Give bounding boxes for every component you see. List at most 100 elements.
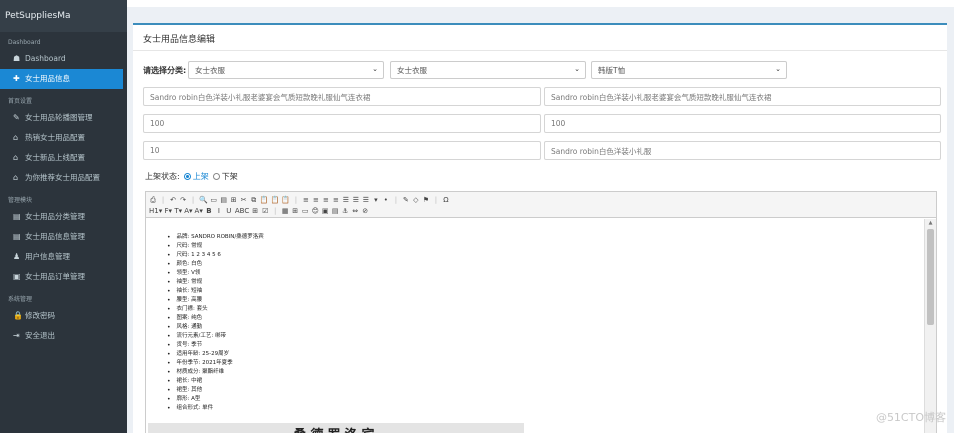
sidebar-item[interactable]: ☗ Dashboard <box>0 49 127 69</box>
toolbar-button[interactable]: ▭ <box>210 195 218 205</box>
toolbar-button[interactable]: A▾ <box>184 206 192 216</box>
toolbar-button[interactable]: ▭ <box>301 206 309 216</box>
sidebar-item[interactable]: ⌂ 为你推荐女士用品配置 <box>0 168 127 188</box>
toolbar-separator: | <box>161 195 165 204</box>
status-label: 上架状态: <box>145 172 180 181</box>
sidebar-section-title: 系统管理 <box>8 296 33 303</box>
toolbar-button[interactable]: U <box>225 206 233 216</box>
list-item: 年份季节: 2021年夏季 <box>167 359 924 368</box>
toolbar-button[interactable]: ≡ <box>322 195 330 205</box>
toolbar-button[interactable]: A▾ <box>195 206 203 216</box>
toolbar-button[interactable]: ⊘ <box>361 206 369 216</box>
sidebar-item[interactable]: 🔒 修改密码 <box>0 306 127 326</box>
product-intro-input[interactable]: Sandro robin白色洋装小礼服老婆宴会气质短款晚礼服仙气连衣裙 <box>544 87 941 106</box>
edit-icon: ✎ <box>13 113 20 122</box>
sidebar-item[interactable]: ✚ 女士用品信息 <box>0 69 123 89</box>
toolbar-button[interactable]: ▦ <box>281 206 289 216</box>
toolbar-button[interactable]: ☰ <box>352 195 360 205</box>
tag-icon: ⌂ <box>13 133 19 142</box>
list-item: 图案: 纯色 <box>167 314 924 323</box>
toolbar-button[interactable]: ↷ <box>179 195 187 205</box>
list-item: 尺码: 1 2 3 4 5 6 <box>167 251 924 260</box>
list-item: 裙型: 其他 <box>167 386 924 395</box>
sidebar-item[interactable]: ⌂ 热销女士用品配置 <box>0 128 127 148</box>
selling-price-input[interactable]: 100 <box>544 114 941 133</box>
toolbar-button[interactable]: ◇ <box>412 195 420 205</box>
list-item: 颜色: 白色 <box>167 260 924 269</box>
editor-scrollbar[interactable]: ▲ <box>924 219 936 433</box>
toolbar-button[interactable]: F▾ <box>164 206 172 216</box>
category-level2-select[interactable]: 女士衣服 ⌄ <box>390 61 586 79</box>
list-item: 风格: 通勤 <box>167 323 924 332</box>
toolbar-button[interactable]: 😊 <box>311 206 319 216</box>
toolbar-button[interactable]: ✎ <box>402 195 410 205</box>
edit-panel: 女士用品信息编辑 请选择分类: 女士衣服 ⌄ 女士衣服 ⌄ 韩版T恤 ⌄ San… <box>133 23 947 433</box>
sidebar-section-title: 管理模块 <box>8 197 33 204</box>
toolbar-button[interactable]: ≡ <box>302 195 310 205</box>
toolbar-button[interactable]: ⊞ <box>230 195 238 205</box>
sidebar-item[interactable]: ▤ 女士用品分类管理 <box>0 207 127 227</box>
list-icon: ▤ <box>13 212 21 221</box>
order-icon: ▣ <box>13 272 21 281</box>
toolbar-button[interactable]: ⎙ <box>149 195 157 205</box>
toolbar-button[interactable]: ✂ <box>240 195 248 205</box>
status-on-label[interactable]: 上架 <box>193 171 209 182</box>
sidebar-item[interactable]: ⇥ 安全退出 <box>0 326 127 346</box>
toolbar-button[interactable]: H1▾ <box>149 206 162 216</box>
toolbar-button[interactable]: ⚓ <box>341 206 349 216</box>
toolbar-button[interactable]: • <box>382 195 390 205</box>
toolbar-button[interactable]: ▤ <box>331 206 339 216</box>
toolbar-button[interactable]: ⧉ <box>250 195 258 205</box>
product-tag-input[interactable]: Sandro robin白色洋装小礼服 <box>544 141 941 160</box>
category-level3-select[interactable]: 韩版T恤 ⌄ <box>591 61 787 79</box>
toolbar-button[interactable]: 📋 <box>281 195 290 205</box>
toolbar-separator: | <box>191 195 195 204</box>
scroll-up-icon[interactable]: ▲ <box>925 219 936 227</box>
toolbar-button[interactable]: ⊞ <box>251 206 259 216</box>
toolbar-row-2: H1▾ F▾ T▾ A▾ A▾ B I U ABC ⊞ ☑ | ▦ ⊞ ▭ 😊 ▣ ▤ ⚓ ⇔ ⊘ <box>149 205 933 216</box>
sidebar-item[interactable]: ✎ 女士用品轮播图管理 <box>0 108 127 128</box>
status-on-radio[interactable] <box>183 173 191 180</box>
toolbar-button[interactable]: ⇔ <box>351 206 359 216</box>
sidebar-item-label: 热销女士用品配置 <box>25 133 85 142</box>
toolbar-button[interactable]: ↶ <box>169 195 177 205</box>
toolbar-button[interactable]: ABC <box>235 206 249 216</box>
sidebar-item[interactable]: ▣ 女士用品订单管理 <box>0 267 127 287</box>
scrollbar-thumb[interactable] <box>927 229 934 325</box>
brand-logo[interactable]: PetSuppliesMa <box>0 0 127 32</box>
stock-input[interactable]: 10 <box>143 141 541 160</box>
toolbar-button[interactable]: ▤ <box>220 195 228 205</box>
original-price-input[interactable]: 100 <box>143 114 541 133</box>
toolbar-button[interactable]: ⚑ <box>422 195 430 205</box>
toolbar-button[interactable]: T▾ <box>174 206 182 216</box>
toolbar-button[interactable]: ≡ <box>332 195 340 205</box>
toolbar-button[interactable]: 📋 <box>260 195 269 205</box>
toolbar-button[interactable]: ☑ <box>261 206 269 216</box>
toolbar-button[interactable]: ▣ <box>321 206 329 216</box>
toolbar-button[interactable]: 🔍 <box>199 195 208 205</box>
detail-list: 品牌: SANDRO ROBIN/桑德罗洛宾尺码: 常规尺码: 1 2 3 4 … <box>146 219 924 413</box>
toolbar-button[interactable]: 📋 <box>270 195 279 205</box>
rich-text-editor[interactable]: ⎙ | ↶ ↷ | 🔍 ▭ ▤ ⊞ ✂ ⧉ 📋 📋 📋 | ≡ ≡ ≡ ≡ ☰ ☰ ☰ ▾ • | ✎ ◇ ⚑ | Ω H1▾ F▾ T▾ A▾… <box>145 191 937 433</box>
sidebar-item[interactable]: ▤ 女士用品信息管理 <box>0 227 127 247</box>
toolbar-button[interactable]: ⊞ <box>291 206 299 216</box>
toolbar-button[interactable]: ☰ <box>342 195 350 205</box>
editor-content[interactable]: 品牌: SANDRO ROBIN/桑德罗洛宾尺码: 常规尺码: 1 2 3 4 … <box>146 219 924 433</box>
sidebar-item[interactable]: ⌂ 女士新品上线配置 <box>0 148 127 168</box>
toolbar-button[interactable]: ≡ <box>312 195 320 205</box>
category-level1-select[interactable]: 女士衣服 ⌄ <box>188 61 384 79</box>
sidebar-item-label: 女士用品信息 <box>25 74 70 83</box>
sidebar-item[interactable]: ♟ 用户信息管理 <box>0 247 127 267</box>
sidebar-item-label: 用户信息管理 <box>25 252 70 261</box>
status-row: 上架状态: 上架 下架 <box>145 171 238 182</box>
toolbar-button[interactable]: ☰ <box>362 195 370 205</box>
status-off-label[interactable]: 下架 <box>222 171 238 182</box>
product-name-input[interactable]: Sandro robin白色洋装小礼服老婆宴会气质短款晚礼服仙气连衣裙 <box>143 87 541 106</box>
toolbar-button[interactable]: B <box>205 206 213 216</box>
status-off-radio[interactable] <box>212 173 220 180</box>
category-level1-value: 女士衣服 <box>195 66 225 75</box>
list-item: 袖长: 短袖 <box>167 287 924 296</box>
toolbar-button[interactable]: I <box>215 206 223 216</box>
toolbar-button[interactable]: ▾ <box>372 195 380 205</box>
toolbar-button[interactable]: Ω <box>442 195 450 205</box>
